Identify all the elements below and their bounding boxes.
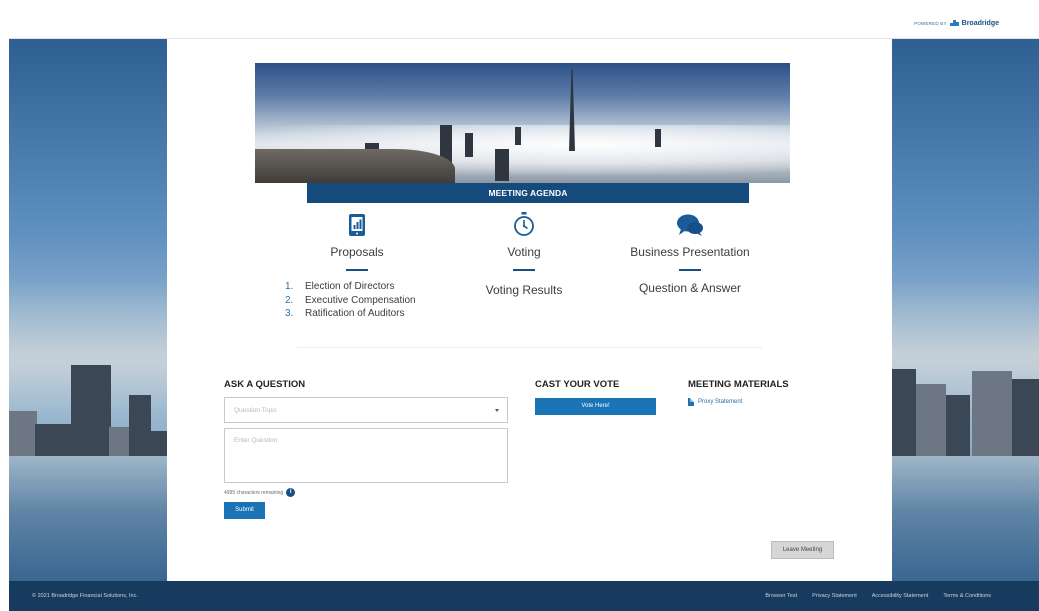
broadridge-logo-icon xyxy=(949,19,959,27)
background-right xyxy=(892,39,1039,581)
characters-remaining-text: 4995 characters remaining xyxy=(224,489,284,496)
list-item[interactable]: 3. Ratification of Auditors xyxy=(285,307,416,321)
info-icon[interactable]: i xyxy=(286,488,296,497)
submit-button[interactable]: Submit xyxy=(224,502,265,519)
cast-vote-heading: CAST YOUR VOTE xyxy=(535,379,620,390)
powered-by-label: POWERED BY xyxy=(914,20,947,26)
list-item[interactable]: 1. Election of Directors xyxy=(285,280,416,294)
footer-links: Browser Test Privacy Statement Accessibi… xyxy=(765,593,991,599)
meeting-agenda-banner: MEETING AGENDA xyxy=(307,183,749,203)
copyright: © 2021 Broadridge Financial Solutions, I… xyxy=(32,593,138,599)
chat-bubbles-icon xyxy=(677,214,703,236)
stopwatch-icon xyxy=(514,212,534,236)
accessibility-statement-link[interactable]: Accessibility Statement xyxy=(872,593,929,599)
footer: © 2021 Broadridge Financial Solutions, I… xyxy=(9,581,1039,611)
meeting-materials-heading: MEETING MATERIALS xyxy=(688,379,789,390)
proposals-title: Proposals xyxy=(330,245,384,259)
voting-title: Voting xyxy=(507,245,541,259)
tablet-chart-icon xyxy=(349,214,365,236)
business-presentation-title: Business Presentation xyxy=(630,245,750,259)
privacy-statement-link[interactable]: Privacy Statement xyxy=(812,593,857,599)
business-presentation-section: Business Presentation Question & Answer xyxy=(610,211,770,295)
chevron-down-icon xyxy=(495,409,499,412)
voting-section: Voting Voting Results xyxy=(444,211,604,297)
leave-meeting-button[interactable]: Leave Meeting xyxy=(771,541,834,559)
divider xyxy=(513,269,535,271)
proposals-section: Proposals xyxy=(277,211,437,271)
powered-by: POWERED BY Broadridge xyxy=(914,19,999,27)
question-input[interactable]: Enter Question xyxy=(224,428,508,483)
top-bar: POWERED BY Broadridge xyxy=(9,9,1039,39)
list-item[interactable]: 2. Executive Compensation xyxy=(285,294,416,308)
divider xyxy=(346,269,368,271)
main-panel: MEETING AGENDA Proposals 1. Election of D… xyxy=(167,39,892,581)
question-topic-select[interactable]: Question Topic xyxy=(224,397,508,423)
question-topic-placeholder: Question Topic xyxy=(234,407,277,414)
vote-here-button[interactable]: Vote Here! xyxy=(535,398,656,415)
terms-conditions-link[interactable]: Terms & Conditions xyxy=(943,593,991,599)
question-answer-link[interactable]: Question & Answer xyxy=(610,281,770,295)
proxy-statement-link[interactable]: Proxy Statement xyxy=(688,398,742,406)
voting-results-link[interactable]: Voting Results xyxy=(444,283,604,297)
browser-test-link[interactable]: Browser Test xyxy=(765,593,797,599)
document-icon xyxy=(688,398,694,406)
section-divider xyxy=(297,347,762,348)
characters-remaining: 4995 characters remaining i xyxy=(224,488,296,497)
brand-name: Broadridge xyxy=(961,19,999,27)
hero-image xyxy=(255,63,790,183)
proxy-statement-label: Proxy Statement xyxy=(698,399,743,405)
background-left xyxy=(9,39,167,581)
divider xyxy=(679,269,701,271)
proposals-list: 1. Election of Directors 2. Executive Comp… xyxy=(285,280,416,321)
ask-question-heading: ASK A QUESTION xyxy=(224,379,306,390)
question-placeholder: Enter Question xyxy=(234,437,278,444)
